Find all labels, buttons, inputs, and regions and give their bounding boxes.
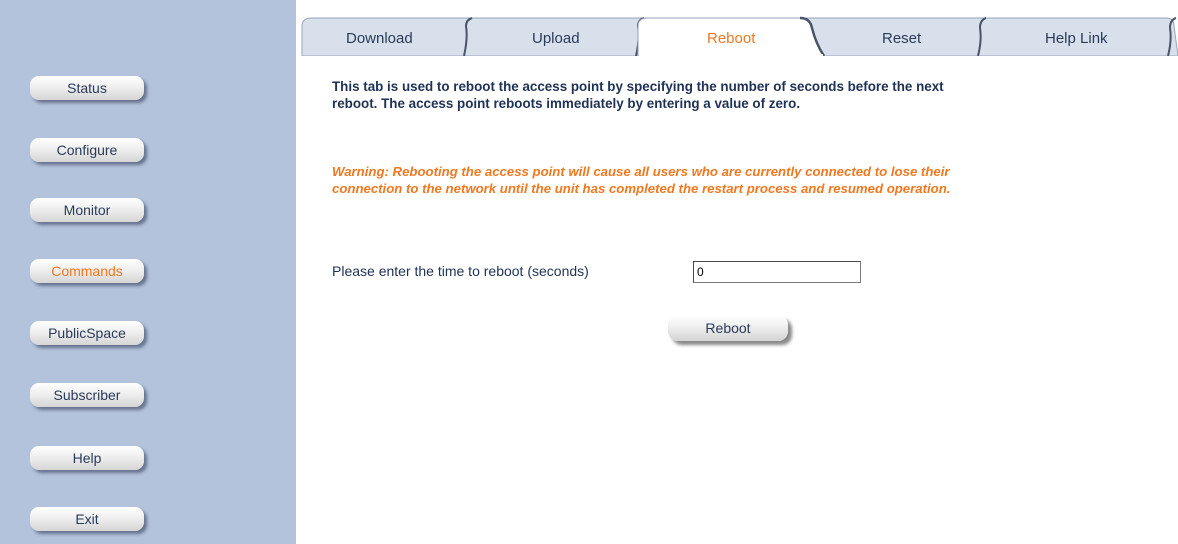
sidebar: Status Configure Monitor Commands Public… bbox=[0, 0, 296, 544]
app-root: Status Configure Monitor Commands Public… bbox=[0, 0, 1178, 544]
tab-bar: Download Upload Reboot Reset Help Link bbox=[296, 0, 1178, 56]
intro-text: This tab is used to reboot the access po… bbox=[332, 79, 944, 111]
sidebar-item-status[interactable]: Status bbox=[30, 76, 144, 100]
warning-text: Warning: Rebooting the access point will… bbox=[332, 164, 951, 196]
sidebar-item-commands[interactable]: Commands bbox=[30, 259, 144, 283]
sidebar-item-subscriber[interactable]: Subscriber bbox=[30, 383, 144, 407]
tab-help-link-label: Help Link bbox=[1045, 30, 1108, 47]
sidebar-item-help[interactable]: Help bbox=[30, 446, 144, 470]
tab-reboot-label: Reboot bbox=[707, 30, 756, 47]
reboot-button[interactable]: Reboot bbox=[668, 315, 788, 341]
tab-download-label: Download bbox=[346, 30, 413, 47]
sidebar-item-exit[interactable]: Exit bbox=[30, 507, 144, 531]
tab-upload-label: Upload bbox=[532, 30, 580, 47]
reboot-time-input[interactable] bbox=[693, 261, 861, 283]
sidebar-item-configure[interactable]: Configure bbox=[30, 138, 144, 162]
sidebar-item-publicspace[interactable]: PublicSpace bbox=[30, 321, 144, 345]
sidebar-item-monitor[interactable]: Monitor bbox=[30, 198, 144, 222]
reboot-time-label: Please enter the time to reboot (seconds… bbox=[332, 263, 589, 279]
tab-reset-label: Reset bbox=[882, 30, 922, 47]
reboot-panel: This tab is used to reboot the access po… bbox=[332, 78, 992, 196]
